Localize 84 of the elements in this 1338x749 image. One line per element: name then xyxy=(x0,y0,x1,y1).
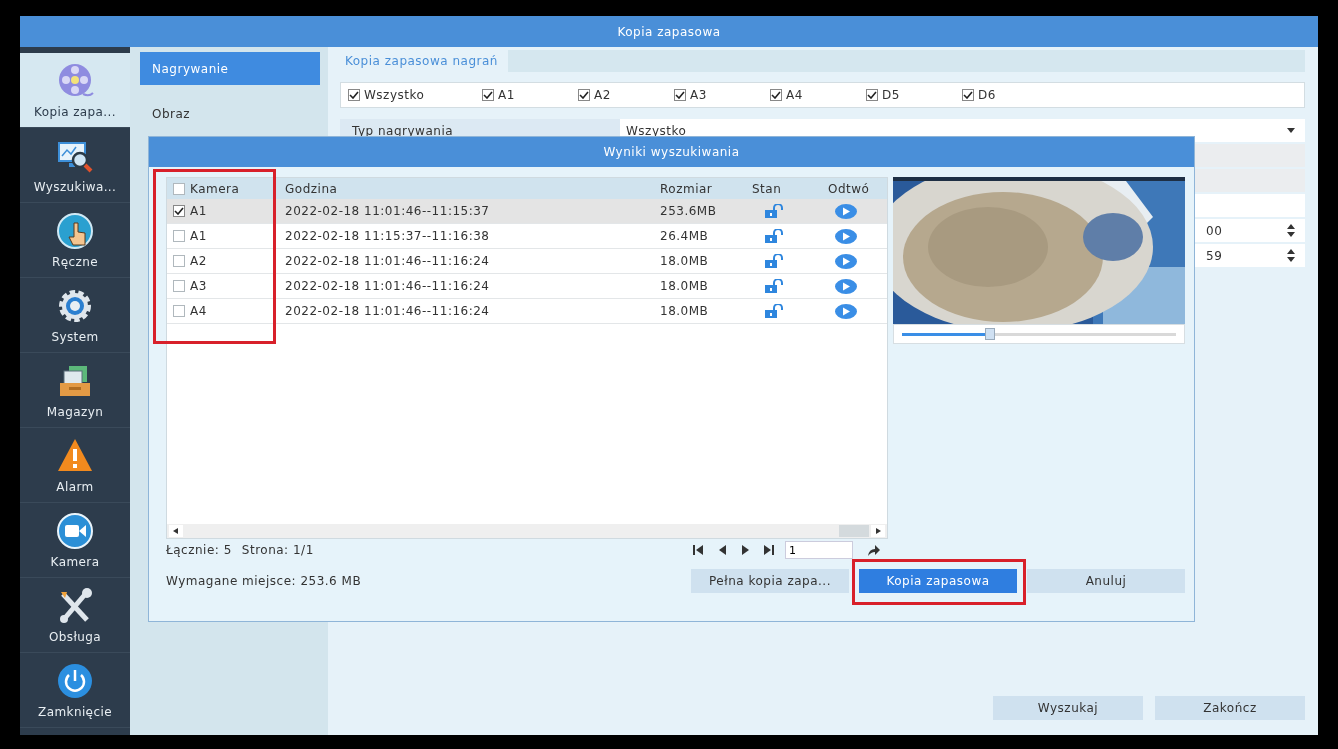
checkbox[interactable] xyxy=(674,89,686,101)
play-icon[interactable] xyxy=(835,278,857,294)
checkbox[interactable] xyxy=(866,89,878,101)
sidebar-item[interactable]: Kopia zapa... xyxy=(20,53,130,128)
horizontal-scrollbar[interactable] xyxy=(167,524,887,538)
table-cell-text: 2022-02-18 11:01:46--11:16:24 xyxy=(285,304,491,318)
checkbox[interactable] xyxy=(482,89,494,101)
sidebar-item[interactable]: Kamera xyxy=(20,503,130,578)
column-header: Godzina xyxy=(285,181,338,196)
play-icon[interactable] xyxy=(835,303,857,319)
checkbox[interactable] xyxy=(173,205,185,217)
table-row[interactable]: A3 2022-02-18 11:01:46--11:16:24 18.0MB xyxy=(167,274,887,299)
checkbox[interactable] xyxy=(173,230,185,242)
previous-page-icon[interactable] xyxy=(718,545,727,555)
table-row[interactable]: A1 2022-02-18 11:01:46--11:15:37 253.6MB xyxy=(167,199,887,224)
play-icon[interactable] xyxy=(835,253,857,269)
checkbox[interactable] xyxy=(770,89,782,101)
spinner-arrows-icon xyxy=(1287,224,1295,237)
table-cell-text: 2022-02-18 11:01:46--11:15:37 xyxy=(285,204,491,218)
submenu-item[interactable]: Obraz xyxy=(140,97,320,130)
button[interactable]: Zakończ xyxy=(1155,696,1305,720)
sidebar-item[interactable]: Wyszukiwa... xyxy=(20,128,130,203)
checkbox-label: A1 xyxy=(498,88,515,102)
checkbox-label: A4 xyxy=(786,88,803,102)
table-cell: A1 xyxy=(190,229,207,243)
table-cell-text: 2022-02-18 11:01:46--11:16:24 xyxy=(285,254,491,268)
sidebar-item[interactable]: Ręczne xyxy=(20,203,130,278)
next-page-icon[interactable] xyxy=(741,545,750,555)
go-arrow-icon[interactable] xyxy=(867,544,880,556)
required-space: Wymagane miejsce: 253.6 MB xyxy=(166,574,362,588)
table-cell: A4 xyxy=(190,304,207,318)
button[interactable]: Pełna kopia zapa... xyxy=(691,569,849,593)
table-cell: A3 xyxy=(190,279,207,293)
table-cell-text: 26.4MB xyxy=(660,229,710,243)
checkbox-label: Wszystko xyxy=(364,88,425,102)
sidebar-item[interactable]: Magazyn xyxy=(20,353,130,428)
checkbox-label: D5 xyxy=(882,88,900,102)
checkbox[interactable] xyxy=(173,182,185,195)
button[interactable]: Kopia zapasowa xyxy=(859,569,1017,593)
table-cell-text: 253.6MB xyxy=(660,204,718,218)
video-camera-icon xyxy=(55,511,95,551)
page-input[interactable]: 1 xyxy=(785,541,853,559)
spinner-arrows-icon xyxy=(1287,249,1295,262)
table-cell: A1 xyxy=(190,204,207,218)
table-cell: A2 xyxy=(190,254,207,268)
checkbox-label: D6 xyxy=(978,88,996,102)
table-cell-text: 2022-02-18 11:15:37--11:16:38 xyxy=(285,229,491,243)
dialog-title: Wyniki wyszukiwania xyxy=(149,137,1194,167)
total-count: Łącznie: 5 xyxy=(166,543,232,557)
checkbox[interactable] xyxy=(962,89,974,101)
table-row[interactable]: A2 2022-02-18 11:01:46--11:16:24 18.0MB xyxy=(167,249,887,274)
hand-pointer-icon xyxy=(55,211,95,251)
column-header: Odtwó xyxy=(828,181,870,196)
table-row[interactable]: A1 2022-02-18 11:15:37--11:16:38 26.4MB xyxy=(167,224,887,249)
play-icon[interactable] xyxy=(835,203,857,219)
play-icon[interactable] xyxy=(835,228,857,244)
column-header: Stan xyxy=(752,181,782,196)
window-title: Kopia zapasowa xyxy=(20,16,1318,47)
first-page-icon[interactable] xyxy=(693,545,704,555)
checkbox[interactable] xyxy=(173,255,185,267)
submenu-item[interactable]: Nagrywanie xyxy=(140,52,320,85)
page-info: Strona: 1/1 xyxy=(241,543,314,557)
table-cell-text: 18.0MB xyxy=(660,279,710,293)
checkbox[interactable] xyxy=(348,89,360,101)
column-header: Kamera xyxy=(190,181,240,196)
table-row[interactable]: A4 2022-02-18 11:01:46--11:16:24 18.0MB xyxy=(167,299,887,324)
checkbox[interactable] xyxy=(173,280,185,292)
column-header: Rozmiar xyxy=(660,181,713,196)
button[interactable]: Wyszukaj xyxy=(993,696,1143,720)
checkbox-label: A3 xyxy=(690,88,707,102)
sidebar-item[interactable]: Zamknięcie xyxy=(20,653,130,728)
table-cell-text: 18.0MB xyxy=(660,254,710,268)
power-icon xyxy=(55,661,95,701)
checkbox[interactable] xyxy=(173,305,185,317)
playback-slider[interactable] xyxy=(893,324,1185,344)
last-page-icon[interactable] xyxy=(764,545,775,555)
table-cell-text: 18.0MB xyxy=(660,304,710,318)
scroll-thumb[interactable] xyxy=(839,525,869,537)
checkbox-label: A2 xyxy=(594,88,611,102)
caret-icon xyxy=(1287,128,1295,133)
checkbox[interactable] xyxy=(578,89,590,101)
table-cell-text: 2022-02-18 11:01:46--11:16:24 xyxy=(285,279,491,293)
button[interactable]: Anuluj xyxy=(1027,569,1185,593)
sidebar-item[interactable]: System xyxy=(20,278,130,353)
